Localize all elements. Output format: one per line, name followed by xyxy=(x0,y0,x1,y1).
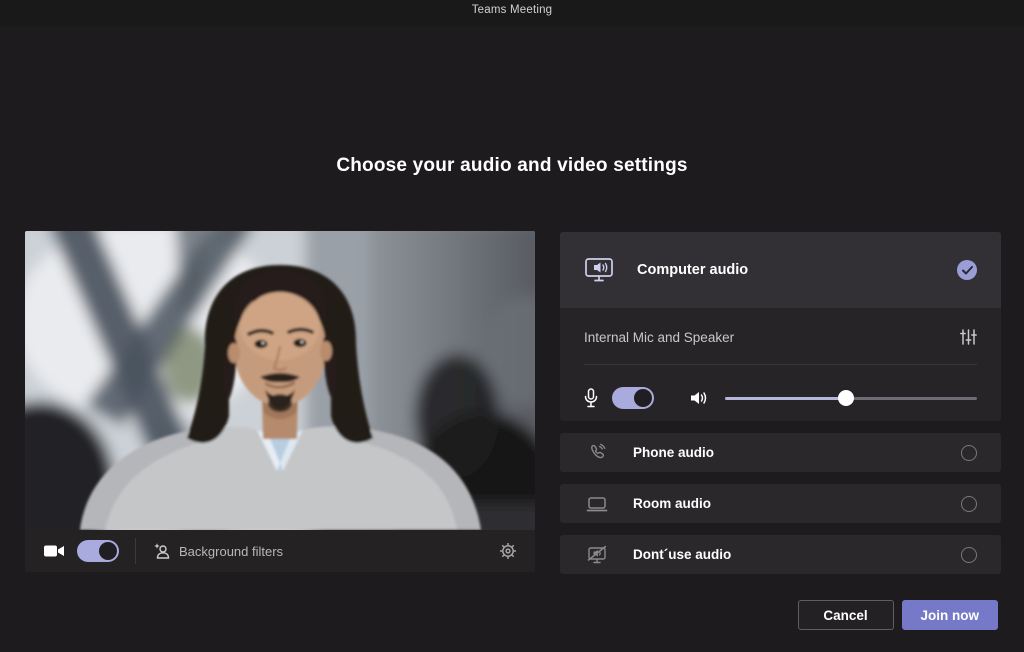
volume-slider-fill xyxy=(725,397,846,400)
audio-device-name: Internal Mic and Speaker xyxy=(584,330,734,345)
page-title: Choose your audio and video settings xyxy=(0,155,1024,177)
footer-actions: Cancel Join now xyxy=(798,600,999,630)
mic-toggle[interactable] xyxy=(612,387,654,409)
cancel-button[interactable]: Cancel xyxy=(798,600,894,630)
device-settings-section: Internal Mic and Speaker xyxy=(560,308,1001,421)
video-controls-bar: Background filters xyxy=(25,530,535,572)
join-now-button[interactable]: Join now xyxy=(902,600,999,630)
phone-audio-radio[interactable] xyxy=(961,445,977,461)
room-audio-radio[interactable] xyxy=(961,496,977,512)
volume-slider-knob[interactable] xyxy=(838,390,854,406)
background-filters-label[interactable]: Background filters xyxy=(179,544,283,559)
mic-icon xyxy=(584,388,598,408)
computer-audio-icon xyxy=(584,257,614,283)
room-audio-option[interactable]: Room audio xyxy=(560,484,1001,523)
volume-slider[interactable] xyxy=(725,390,977,406)
camera-toggle-knob xyxy=(99,542,117,560)
gear-icon[interactable] xyxy=(499,542,517,560)
phone-audio-option[interactable]: Phone audio xyxy=(560,433,1001,472)
phone-audio-label: Phone audio xyxy=(633,445,714,460)
speaker-icon xyxy=(690,390,709,406)
video-preview-card: Background filters xyxy=(25,231,535,572)
background-filters-icon xyxy=(152,542,170,560)
selected-check-icon xyxy=(957,260,977,280)
computer-audio-option[interactable]: Computer audio xyxy=(560,232,1001,308)
no-audio-icon xyxy=(584,545,610,565)
camera-preview xyxy=(25,231,535,530)
window-title: Teams Meeting xyxy=(472,4,553,16)
equalizer-icon[interactable] xyxy=(960,329,977,345)
camera-toggle[interactable] xyxy=(77,540,119,562)
webcam-person-image xyxy=(25,231,535,530)
divider xyxy=(135,538,136,564)
no-audio-option[interactable]: Dont´use audio xyxy=(560,535,1001,574)
no-audio-label: Dont´use audio xyxy=(633,547,731,562)
audio-settings-panel: Computer audio Internal Mic and Speaker xyxy=(560,232,1001,574)
computer-audio-label: Computer audio xyxy=(637,262,748,278)
divider xyxy=(584,364,977,365)
room-icon xyxy=(584,495,610,513)
camera-icon xyxy=(43,543,65,559)
phone-icon xyxy=(584,443,610,463)
no-audio-radio[interactable] xyxy=(961,547,977,563)
computer-audio-card: Computer audio Internal Mic and Speaker xyxy=(560,232,1001,421)
room-audio-label: Room audio xyxy=(633,496,711,511)
window-titlebar: Teams Meeting xyxy=(0,0,1024,26)
mic-toggle-knob xyxy=(634,389,652,407)
